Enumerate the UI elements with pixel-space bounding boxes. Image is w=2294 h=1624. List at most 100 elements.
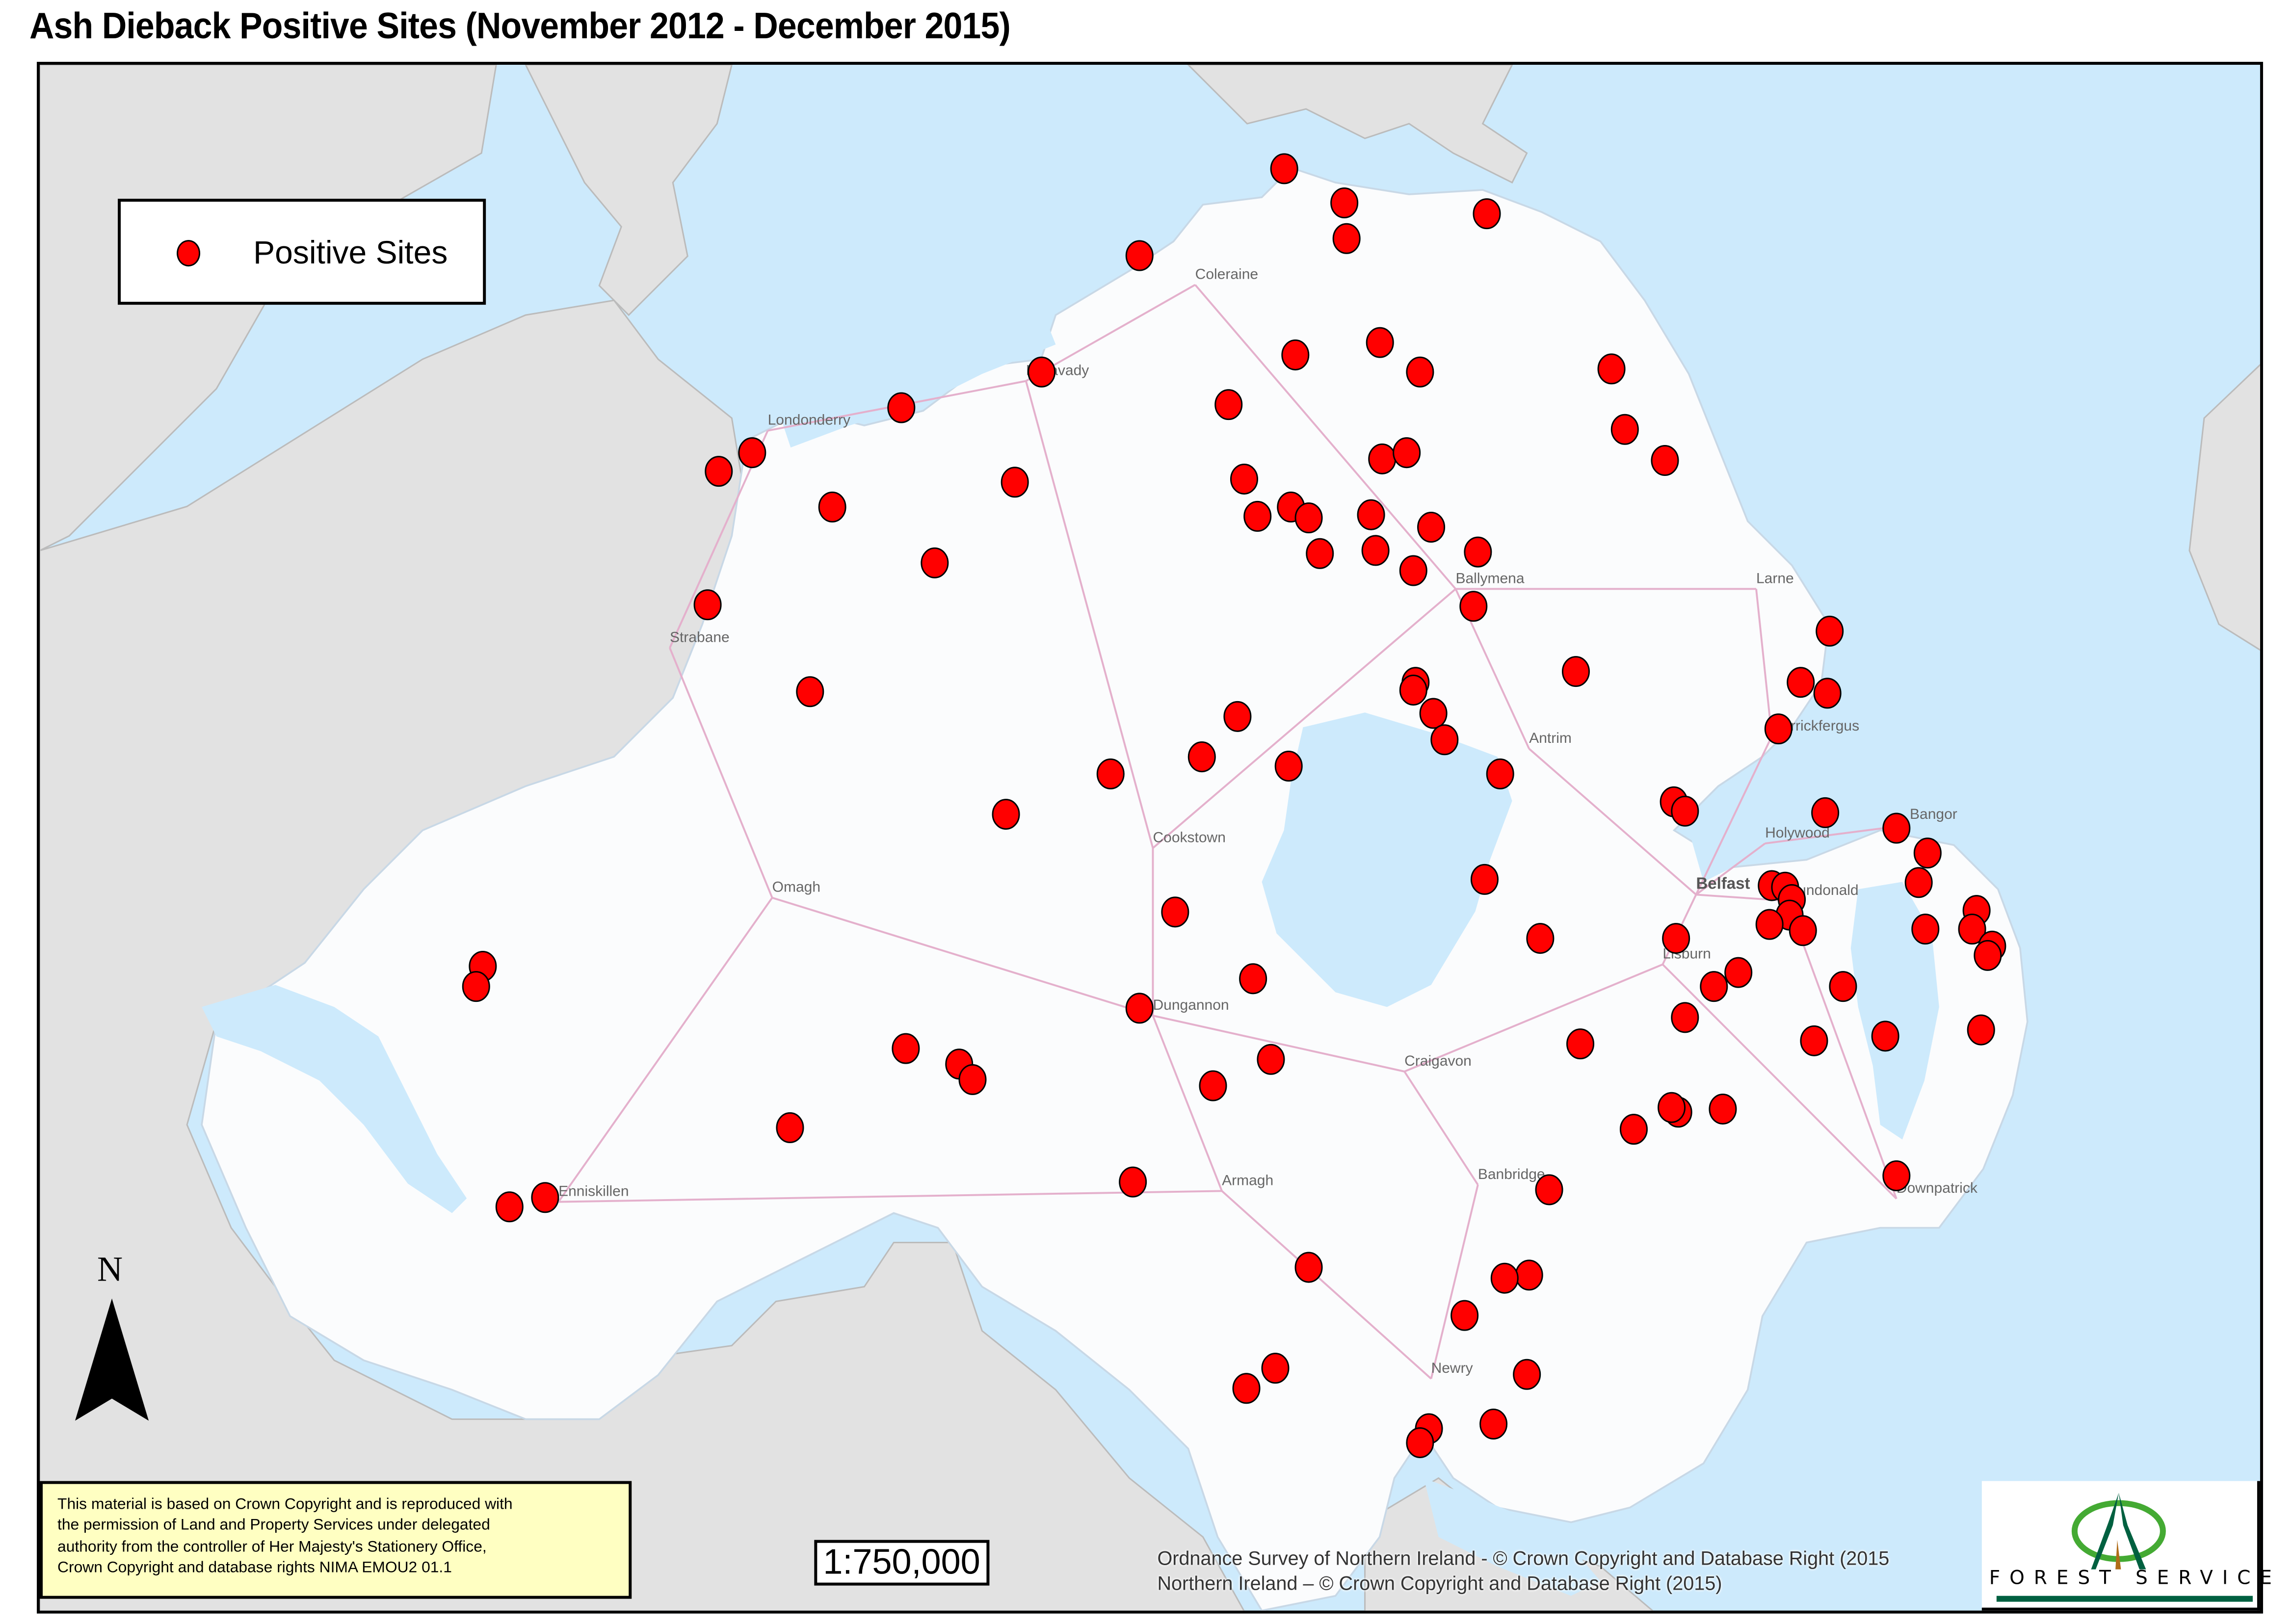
positive-site-marker[interactable] xyxy=(1662,923,1690,954)
positive-site-marker[interactable] xyxy=(1515,1259,1543,1291)
positive-site-marker[interactable] xyxy=(1709,1093,1737,1125)
positive-site-marker[interactable] xyxy=(1261,1353,1290,1384)
positive-site-marker[interactable] xyxy=(1619,1114,1648,1145)
town-label: Londonderry xyxy=(768,412,850,428)
positive-site-marker[interactable] xyxy=(1119,1166,1147,1198)
positive-site-marker[interactable] xyxy=(796,676,824,707)
positive-site-marker[interactable] xyxy=(1306,538,1334,569)
positive-site-marker[interactable] xyxy=(1406,356,1434,388)
positive-site-marker[interactable] xyxy=(1028,356,1056,388)
positive-site-marker[interactable] xyxy=(495,1191,524,1223)
positive-site-marker[interactable] xyxy=(1332,223,1361,254)
positive-site-marker[interactable] xyxy=(1270,153,1298,184)
positive-site-marker[interactable] xyxy=(1597,353,1626,385)
positive-site-marker[interactable] xyxy=(992,799,1020,830)
positive-site-marker[interactable] xyxy=(818,491,846,523)
positive-site-marker[interactable] xyxy=(1526,923,1555,954)
positive-site-marker[interactable] xyxy=(1393,437,1421,469)
positive-site-marker[interactable] xyxy=(1974,940,2002,971)
positive-site-marker[interactable] xyxy=(1764,713,1793,745)
positive-site-marker[interactable] xyxy=(776,1112,804,1143)
positive-site-marker[interactable] xyxy=(1399,555,1427,586)
positive-site-marker[interactable] xyxy=(1671,1002,1699,1033)
positive-site-marker[interactable] xyxy=(1232,1373,1261,1404)
positive-site-marker[interactable] xyxy=(705,456,733,487)
positive-site-marker[interactable] xyxy=(1755,909,1784,940)
positive-site-marker[interactable] xyxy=(1513,1359,1541,1390)
positive-site-marker[interactable] xyxy=(693,589,722,621)
positive-site-marker[interactable] xyxy=(531,1182,559,1213)
positive-site-marker[interactable] xyxy=(1281,339,1310,370)
forest-service-logo: FOREST SERVICE xyxy=(1981,1481,2272,1611)
positive-site-marker[interactable] xyxy=(958,1064,987,1095)
positive-site-marker[interactable] xyxy=(1829,971,1857,1002)
positive-site-marker[interactable] xyxy=(1871,1021,1899,1052)
positive-site-marker[interactable] xyxy=(1230,463,1258,495)
positive-site-marker[interactable] xyxy=(1882,812,1911,844)
positive-site-marker[interactable] xyxy=(1561,656,1590,687)
positive-site-marker[interactable] xyxy=(887,392,916,423)
town-label: Holywood xyxy=(1765,825,1830,841)
positive-site-marker[interactable] xyxy=(1464,536,1492,568)
positive-site-marker[interactable] xyxy=(1459,591,1488,622)
positive-site-marker[interactable] xyxy=(1214,389,1243,420)
positive-site-marker[interactable] xyxy=(1161,896,1189,928)
positive-site-marker[interactable] xyxy=(1243,500,1272,532)
positive-site-marker[interactable] xyxy=(1658,1092,1686,1123)
positive-site-marker[interactable] xyxy=(1967,1014,1995,1046)
positive-site-marker[interactable] xyxy=(1610,414,1639,445)
positive-site-marker[interactable] xyxy=(1187,741,1216,773)
positive-site-marker[interactable] xyxy=(1096,758,1125,789)
positive-site-marker[interactable] xyxy=(1125,993,1154,1024)
positive-site-marker[interactable] xyxy=(1470,864,1499,895)
positive-site-marker[interactable] xyxy=(1125,240,1154,271)
positive-site-marker[interactable] xyxy=(1535,1174,1563,1205)
copyright-line: the permission of Land and Property Serv… xyxy=(57,1517,490,1535)
positive-site-marker[interactable] xyxy=(1724,957,1753,988)
positive-site-marker[interactable] xyxy=(1566,1028,1595,1060)
positive-site-marker[interactable] xyxy=(1789,915,1817,946)
positive-site-marker[interactable] xyxy=(1479,1408,1508,1440)
positive-site-marker[interactable] xyxy=(1430,724,1459,756)
positive-site-marker[interactable] xyxy=(1913,838,1942,869)
positive-site-marker[interactable] xyxy=(1911,914,1940,945)
map-layout: Ash Dieback Positive Sites (November 201… xyxy=(0,0,2294,1624)
positive-site-marker[interactable] xyxy=(1671,795,1699,827)
positive-site-marker[interactable] xyxy=(738,437,766,469)
positive-site-marker[interactable] xyxy=(1257,1044,1285,1075)
positive-site-marker[interactable] xyxy=(1368,443,1397,474)
positive-site-marker[interactable] xyxy=(1199,1070,1227,1101)
positive-site-marker[interactable] xyxy=(1294,502,1323,534)
positive-site-marker[interactable] xyxy=(1419,698,1448,729)
positive-site-marker[interactable] xyxy=(462,971,490,1002)
positive-site-marker[interactable] xyxy=(1800,1025,1828,1056)
positive-site-marker[interactable] xyxy=(1450,1300,1479,1331)
positive-site-marker[interactable] xyxy=(1001,467,1029,498)
positive-site-marker[interactable] xyxy=(1294,1252,1323,1283)
positive-site-marker[interactable] xyxy=(1811,797,1840,828)
positive-site-marker[interactable] xyxy=(1330,187,1359,219)
positive-site-marker[interactable] xyxy=(1787,667,1815,698)
positive-site-marker[interactable] xyxy=(921,547,949,578)
positive-site-marker[interactable] xyxy=(1904,867,1933,898)
positive-site-marker[interactable] xyxy=(1239,963,1267,995)
positive-site-marker[interactable] xyxy=(1700,971,1728,1002)
attribution: Ordnance Survey of Northern Ireland - © … xyxy=(1157,1546,1889,1596)
positive-site-marker[interactable] xyxy=(1361,535,1390,566)
positive-site-marker[interactable] xyxy=(1274,751,1303,782)
positive-site-marker[interactable] xyxy=(1223,701,1252,732)
positive-site-marker[interactable] xyxy=(1366,327,1394,358)
positive-site-marker[interactable] xyxy=(1399,675,1427,706)
positive-site-marker[interactable] xyxy=(1490,1262,1519,1294)
positive-site-marker[interactable] xyxy=(1882,1160,1911,1191)
positive-site-marker[interactable] xyxy=(1473,198,1501,230)
positive-site-marker[interactable] xyxy=(1813,678,1842,709)
positive-site-marker[interactable] xyxy=(1357,499,1385,530)
positive-site-marker[interactable] xyxy=(1406,1427,1434,1458)
positive-site-marker[interactable] xyxy=(1417,511,1446,543)
positive-site-marker[interactable] xyxy=(1816,615,1844,647)
positive-site-marker[interactable] xyxy=(1651,445,1679,476)
town-label: Larne xyxy=(1756,570,1794,586)
positive-site-marker[interactable] xyxy=(892,1033,920,1064)
positive-site-marker[interactable] xyxy=(1486,758,1514,789)
